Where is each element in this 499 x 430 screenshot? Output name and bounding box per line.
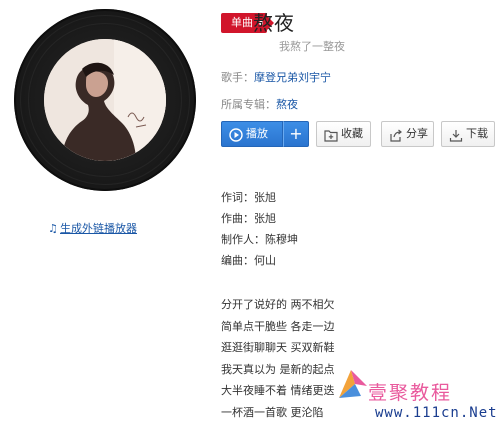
lyric-line: 逛逛街聊聊天 买双新鞋	[221, 341, 335, 354]
favorite-button[interactable]: 收藏	[316, 121, 371, 147]
single-badge-label: 单曲	[231, 16, 253, 29]
favorite-button-label: 收藏	[341, 127, 363, 140]
music-note-icon: ♫	[48, 222, 58, 235]
lyric-line: 我天真以为 是新的起点	[221, 362, 335, 376]
credits-block: 作词：张旭 作曲：张旭 制作人：陈穆坤 编曲：何山	[221, 191, 298, 275]
credit-composer: 作曲：张旭	[221, 212, 276, 225]
external-player-link-label: 生成外链播放器	[60, 222, 137, 235]
add-folder-icon	[324, 127, 338, 151]
lyric-line: 大半夜睡不着 情绪更迭	[221, 384, 335, 397]
song-subtitle: 我熬了一整夜	[279, 40, 345, 53]
song-title: 熬夜	[253, 11, 295, 35]
credit-producer: 制作人：陈穆坤	[221, 233, 298, 246]
singer-link[interactable]: 摩登兄弟刘宇宁	[254, 71, 331, 84]
watermark-logo-icon	[331, 362, 371, 406]
download-button-label: 下载	[466, 127, 488, 140]
play-circle-icon	[229, 127, 243, 151]
lyric-line: 分开了说好的 两不相欠	[221, 298, 335, 311]
album-disc	[14, 9, 196, 191]
play-button[interactable]: 播放	[221, 121, 283, 147]
external-player-link[interactable]: ♫ 生成外链播放器	[48, 220, 137, 236]
watermark-brand: 壹聚教程	[368, 382, 453, 404]
download-icon	[449, 127, 463, 151]
share-button[interactable]: 分享	[381, 121, 434, 147]
album-link[interactable]: 熬夜	[276, 98, 298, 111]
add-to-playlist-button[interactable]: +	[283, 121, 309, 147]
watermark-url: www.111cn.Net	[375, 405, 498, 421]
album-row: 所属专辑：熬夜	[221, 96, 298, 112]
play-button-label: 播放	[246, 127, 268, 140]
credit-arranger: 编曲：何山	[221, 254, 276, 267]
share-button-label: 分享	[406, 127, 428, 140]
share-icon	[389, 127, 403, 151]
credit-lyricist: 作词：张旭	[221, 191, 276, 204]
download-button[interactable]: 下载	[441, 121, 495, 147]
singer-row: 歌手：摩登兄弟刘宇宁	[221, 69, 331, 85]
album-cover	[44, 39, 166, 161]
singer-label: 歌手：	[221, 71, 254, 84]
lyrics-block: 分开了说好的 两不相欠 简单点干脆些 各走一边 逛逛街聊聊天 买双新鞋 我天真以…	[221, 298, 335, 427]
album-label: 所属专辑：	[221, 98, 276, 111]
lyric-line: 简单点干脆些 各走一边	[221, 319, 335, 333]
lyric-line: 一杯酒一首歌 更沦陷	[221, 405, 324, 419]
